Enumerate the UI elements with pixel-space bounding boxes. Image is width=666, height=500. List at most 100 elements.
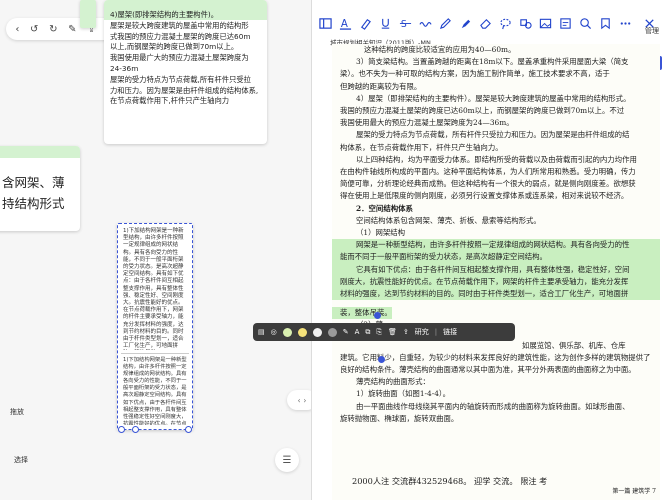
- highlighter-icon: [360, 18, 371, 30]
- lasso-icon: [499, 18, 511, 29]
- sidebar-icon: [318, 17, 332, 29]
- doc-line: 构体系，在节点荷载作用下，杆件只产生轴向力。: [340, 142, 503, 152]
- eraser-tool-button[interactable]: [476, 12, 494, 34]
- doc-line: 在由构件轴线所构成的平面内。这种平面结构体系，为人们所常用和熟悉。受力明确，传力: [340, 167, 636, 177]
- search-button[interactable]: [576, 12, 594, 34]
- bookmark-button[interactable]: [596, 12, 614, 34]
- delete-icon[interactable]: 🗑: [388, 328, 397, 336]
- doc-line-highlighted: 网架是一种新型结构，由许多杆件按照一定规律组成的网状结构。具有各向受力的性: [332, 239, 660, 252]
- note-card-side[interactable]: 含网架、薄 持结构形式: [0, 146, 80, 231]
- selected-note-text: 1)下加结构网架是一种新型结构，由许多杆件按照一定规律组成的网状结构。具有各向受…: [123, 228, 184, 350]
- share-icon[interactable]: ⇪: [403, 328, 409, 336]
- note-line: 力和压力。因为屋架是由杆件组成的结构体系,: [110, 85, 259, 95]
- selection-handle-start[interactable]: [374, 312, 381, 319]
- doc-line-highlighted: 刚度大，抗震性能好的优点。在节点荷载作用下，网架的杆件主要承受轴力，能充分发挥: [332, 275, 660, 289]
- lasso-tool-button[interactable]: [496, 12, 514, 34]
- doc-line: 旋转抛物面、椭球面，旋转双曲面。: [340, 413, 459, 423]
- doc-line: 2．空间结构体系: [356, 203, 413, 213]
- manage-link[interactable]: 管理: [645, 26, 659, 36]
- pdf-toolbar: A S: [312, 12, 666, 34]
- color-swatch-white[interactable]: [312, 327, 322, 337]
- text-tool-icon: A: [339, 19, 351, 30]
- doc-line: 1）旋转曲面（如图1-4-4）。: [356, 389, 451, 399]
- shapes-icon: [519, 18, 532, 29]
- sticky-note-button[interactable]: [556, 12, 574, 34]
- doc-line: 得在使用上是低限度的侧向刚度，必须另行设置支撑体系或连系梁，相对来说较不经济。: [340, 191, 629, 201]
- color-swatch-gray[interactable]: [327, 327, 337, 337]
- doc-line-highlighted: 它具有如下优点：由于各杆件间互相起整支撑作用，具有整体性强，稳定性好，空间: [332, 263, 660, 276]
- note-line: 24-36m: [110, 63, 139, 73]
- note-card-top[interactable]: 4)屋架(即排架结构的主要构件)。 屋架是较大跨度建筑的屋盖中常用的结构形 式我…: [104, 0, 267, 144]
- doc-line: 梁）。也不失为一种可取的结构方案，因为施工制作简单，施工技术要求不高，适于: [340, 69, 610, 79]
- pdf-viewer[interactable]: A S 管理 城市规划相关知识（2011版）-MN... 这种结构的跨度比较适宜…: [311, 0, 666, 500]
- note-card-side-text: 含网架、薄 持结构形式: [2, 175, 65, 211]
- doc-line: 我国的预应力混凝土屋架的跨度已达60m以上，而钢屋架的跨度已做到70m以上。不过: [340, 106, 625, 116]
- link-handle[interactable]: [132, 426, 139, 433]
- sidebar-toggle-button[interactable]: [316, 12, 334, 34]
- image-tool-button[interactable]: [536, 12, 554, 34]
- doc-line: 屋架的受力特点为节点荷载，所有杆件只受拉力和压力。因为屋架是由杆件组成的结: [356, 130, 630, 140]
- squiggle-icon: [418, 21, 432, 27]
- note-line: 式我国的预应力混凝土屋架的跨度已达60m: [110, 31, 251, 41]
- note-line: 以上,而钢屋架的跨度已做到70m以上。: [110, 42, 239, 52]
- doc-line: 这种结构的跨度比较适宜的应用为40—60m。: [364, 45, 516, 54]
- edit-button[interactable]: ✎: [68, 24, 76, 35]
- research-option[interactable]: 研究: [415, 327, 429, 337]
- undo-button[interactable]: ↺: [30, 24, 38, 35]
- list-icon: ☰: [282, 454, 292, 466]
- color-swatch-yellow[interactable]: [297, 327, 307, 337]
- redo-button[interactable]: ↻: [49, 24, 57, 35]
- doc-line-highlighted: 材料的强度，达到节约材料的目的。同时由于杆件类型划一，适合工厂化生产，可地面拼: [332, 288, 660, 301]
- note-icon[interactable]: ▤: [258, 328, 265, 336]
- pen-tool-button[interactable]: [436, 12, 454, 34]
- selected-note-card[interactable]: 1)下加结构网架是一种新型结构，由许多杆件按照一定规律组成的网状结构。具有各向受…: [117, 223, 193, 430]
- page-footer: 第一篇 建筑学 7: [612, 487, 656, 495]
- list-menu-button[interactable]: ☰: [275, 448, 299, 472]
- drag-button[interactable]: 拖放: [10, 407, 24, 417]
- back-button[interactable]: ‹: [15, 24, 19, 35]
- doc-footer-text: 2000人注 交流群432529468。 迎学 交流。 限注 考: [352, 476, 548, 487]
- underline-tool-button[interactable]: [376, 12, 394, 34]
- svg-text:A: A: [340, 19, 347, 30]
- doc-line-highlighted: 能而不同于一般平面桁架的受力状态，是高次超静定空间结构。: [332, 251, 660, 264]
- resize-handle[interactable]: [185, 426, 192, 433]
- note-icon: [559, 17, 571, 29]
- marker-tool-button[interactable]: [456, 12, 474, 34]
- color-swatch-green[interactable]: [282, 327, 292, 337]
- copy-icon[interactable]: ⎘: [376, 328, 382, 337]
- note-card-side-header: [0, 146, 80, 158]
- doc-line-highlighted: 装，整体吊装。: [332, 307, 392, 320]
- notes-canvas[interactable]: ‹ ↺ ↻ ✎ ⇪ ≡ 4)屋架(即排架结构的主要构件)。 屋架是较大跨度建筑的…: [0, 0, 317, 500]
- marker-icon: [461, 19, 470, 28]
- palette-icon[interactable]: ◎: [271, 328, 277, 336]
- strike-tool-button[interactable]: S: [396, 12, 414, 34]
- doc-line: 如展览馆、俱乐部、机库、仓库: [522, 340, 626, 350]
- eraser-icon: [479, 18, 491, 29]
- doc-line: 简便可靠，分析理论经典而成熟。但这种结构有一个很大的弱点，就是侧向刚度差。欲想获: [340, 179, 636, 189]
- image-icon: [539, 18, 551, 28]
- doc-line: 良好的结构条件。薄壳结构的曲面通常以其中面为准，其平分外两表面的曲面称之为中面。: [340, 365, 636, 375]
- selection-handle-end[interactable]: [378, 356, 385, 363]
- more-button[interactable]: [616, 12, 634, 34]
- pen-icon[interactable]: ✎: [343, 328, 349, 336]
- highlight-tool-button[interactable]: [356, 12, 374, 34]
- strike-icon: S: [399, 19, 411, 30]
- text-format-icon[interactable]: A: [355, 328, 360, 336]
- selected-note-preview: 1)下加结构网架是一种新型结构，由许多杆件按照一定规律组成的网状结构。具有各向受…: [123, 357, 187, 425]
- annotation-popup-menu: ▤ ◎ ✎ A ⧉ ⎘ 🗑 ⇪ 研究 | 链接: [253, 323, 515, 341]
- note-line: 屋架是较大跨度建筑的屋盖中常用的结构形: [110, 20, 249, 30]
- doc-line: 4）屋架（即排架结构的主要构件）。屋架是较大跨度建筑的屋盖中常用的结构形式。: [356, 93, 631, 103]
- text-tool-button[interactable]: A: [336, 12, 354, 34]
- note-card-tab[interactable]: [80, 0, 96, 28]
- crop-icon[interactable]: ⧉: [365, 328, 370, 337]
- link-option[interactable]: 链接: [443, 327, 457, 337]
- select-button[interactable]: 选择: [14, 455, 28, 465]
- note-line: 在节点荷载作用下,杆件只产生轴向力: [110, 96, 230, 106]
- shape-tool-button[interactable]: [516, 12, 534, 34]
- squiggle-tool-button[interactable]: [416, 12, 434, 34]
- doc-line: 空间结构体系包含网架、薄壳、折板、悬索等结构形式。: [356, 215, 541, 225]
- note-line: 屋架的受力特点为节点荷载,所有杆件只受拉: [110, 74, 251, 84]
- note-line: 4)屋架(即排架结构的主要构件)。: [110, 10, 219, 19]
- resize-handle[interactable]: [118, 426, 125, 433]
- doc-line: 但跨越的距离较为有限。: [340, 81, 422, 91]
